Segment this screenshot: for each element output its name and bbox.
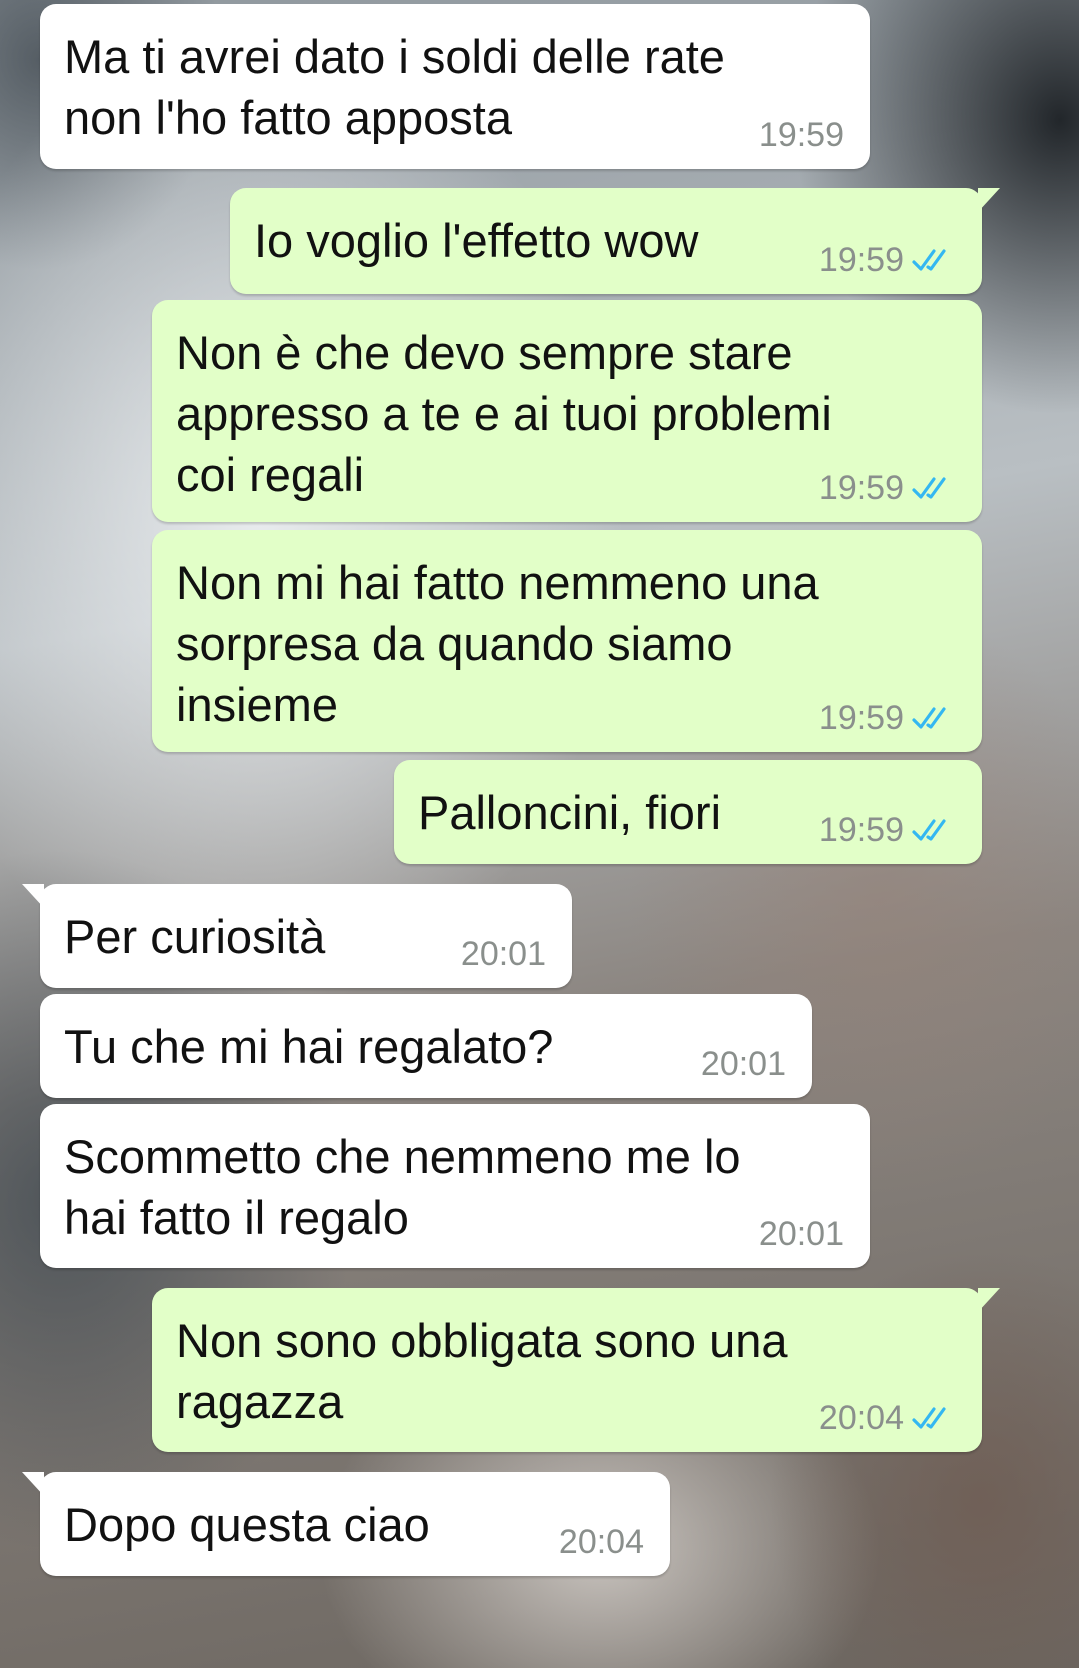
message-bubble-incoming[interactable]: Tu che mi hai regalato? 20:01 xyxy=(40,994,812,1098)
message-meta: 19:59 xyxy=(759,115,844,155)
double-check-icon xyxy=(912,819,946,841)
message-meta: 20:01 xyxy=(701,1044,786,1084)
message-time: 19:59 xyxy=(758,116,844,154)
double-check-icon xyxy=(912,477,946,499)
message-meta: 19:59 xyxy=(819,698,956,738)
message-text: Tu che mi hai regalato? xyxy=(64,1020,554,1073)
message-time: 19:59 xyxy=(818,811,904,849)
message-bubble-outgoing[interactable]: Non è che devo sempre stare appresso a t… xyxy=(152,300,982,522)
message-meta: 19:59 xyxy=(819,468,956,508)
message-bubble-outgoing[interactable]: Non sono obbligata sono una ragazza 20:0… xyxy=(152,1288,1000,1452)
message-text: Scommetto che nemmeno me lo hai fatto il… xyxy=(64,1130,741,1244)
message-text: Ma ti avrei dato i soldi delle rate non … xyxy=(64,30,725,144)
message-time: 20:04 xyxy=(558,1523,644,1561)
message-bubble-incoming[interactable]: Dopo questa ciao 20:04 xyxy=(22,1472,670,1576)
message-meta: 20:01 xyxy=(461,934,546,974)
message-bubble-outgoing[interactable]: Io voglio l'effetto wow 19:59 xyxy=(230,188,1000,294)
message-time: 19:59 xyxy=(818,241,904,279)
message-meta: 19:59 xyxy=(819,810,956,850)
message-bubble-outgoing[interactable]: Non mi hai fatto nemmeno una sorpresa da… xyxy=(152,530,982,752)
message-bubble-outgoing[interactable]: Palloncini, fiori 19:59 xyxy=(394,760,982,864)
message-time: 20:04 xyxy=(818,1399,904,1437)
message-time: 20:01 xyxy=(758,1215,844,1253)
message-bubble-incoming[interactable]: Ma ti avrei dato i soldi delle rate non … xyxy=(40,4,870,169)
message-time: 20:01 xyxy=(700,1045,786,1083)
message-bubble-incoming[interactable]: Per curiosità 20:01 xyxy=(22,884,572,988)
double-check-icon xyxy=(912,249,946,271)
message-time: 19:59 xyxy=(818,469,904,507)
message-bubble-incoming[interactable]: Scommetto che nemmeno me lo hai fatto il… xyxy=(40,1104,870,1268)
double-check-icon xyxy=(912,1407,946,1429)
message-time: 19:59 xyxy=(818,699,904,737)
message-meta: 20:04 xyxy=(559,1522,644,1562)
message-meta: 20:01 xyxy=(759,1214,844,1254)
message-meta: 20:04 xyxy=(819,1398,956,1438)
message-time: 20:01 xyxy=(460,935,546,973)
double-check-icon xyxy=(912,707,946,729)
message-meta: 19:59 xyxy=(819,240,956,280)
